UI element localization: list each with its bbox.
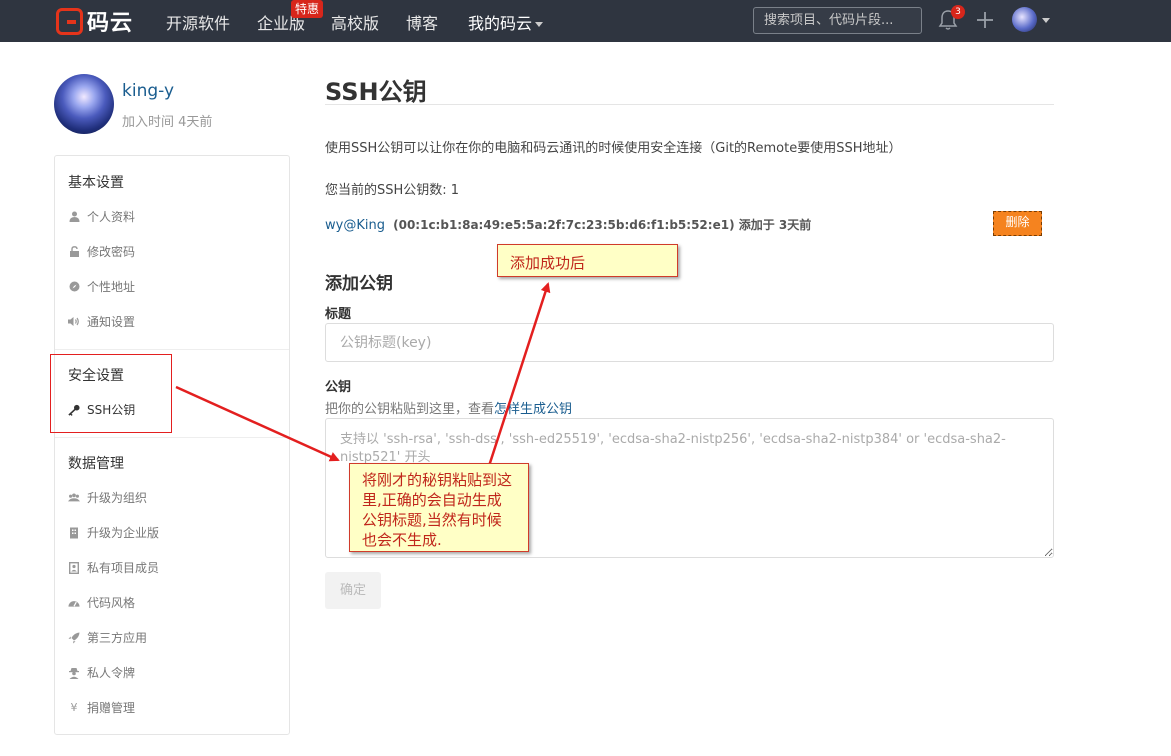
- search-input[interactable]: [754, 8, 921, 33]
- sidebar-item-label: 通知设置: [87, 315, 136, 329]
- sidebar-item-label: 私人令牌: [87, 666, 136, 680]
- logo-text: 码云: [87, 11, 134, 36]
- sidebar-divider: [55, 349, 289, 350]
- sidebar-item-upgrade-org[interactable]: 升级为组织: [68, 489, 147, 506]
- sidebar-item-label: 私有项目成员: [87, 561, 160, 575]
- nav-blog[interactable]: 博客: [406, 10, 438, 34]
- sidebar-item-password[interactable]: 修改密码: [68, 243, 135, 260]
- notification-count-badge: 3: [951, 5, 965, 19]
- nav-university[interactable]: 高校版: [331, 10, 379, 34]
- title-divider: [325, 104, 1054, 105]
- section-data-management: 数据管理: [68, 456, 124, 472]
- avatar-chevron-down-icon[interactable]: [1042, 18, 1050, 23]
- public-key-label: 公钥: [325, 380, 352, 395]
- sidebar-item-label: 升级为企业版: [87, 526, 160, 540]
- volume-icon: [68, 316, 80, 328]
- annotation-highlight-box: [50, 354, 172, 433]
- sidebar-item-address[interactable]: 个性地址: [68, 278, 135, 295]
- ssh-key-fingerprint: (00:1c:b1:8a:49:e5:5a:2f:7c:23:5b:d6:f1:…: [393, 218, 735, 232]
- annotation-note-success: 添加成功后: [497, 244, 678, 277]
- logo[interactable]: 码云: [56, 7, 134, 36]
- sidebar-item-code-style[interactable]: 代码风格: [68, 594, 135, 611]
- sidebar-item-label: 个人资料: [87, 210, 136, 224]
- sidebar-item-private-members[interactable]: 私有项目成员: [68, 559, 159, 576]
- yen-icon: ¥: [70, 701, 78, 714]
- delete-key-button[interactable]: 删除: [993, 211, 1042, 236]
- page-title: SSH公钥: [325, 78, 427, 106]
- profile-joined: 加入时间 4天前: [122, 115, 213, 130]
- ssh-key-added-time: 添加于 3天前: [738, 218, 812, 232]
- top-navbar: 码云 开源软件 企业版 特惠 高校版 博客 我的码云 3: [0, 0, 1171, 42]
- chevron-down-icon: [535, 22, 544, 27]
- ssh-key-row: wy@King (00:1c:b1:8a:49:e5:5a:2f:7c:23:5…: [325, 216, 811, 233]
- key-title-label: 标题: [325, 307, 352, 322]
- lock-icon: [68, 246, 80, 258]
- add-key-heading: 添加公钥: [325, 274, 393, 294]
- logo-icon: [56, 7, 83, 35]
- section-basic-settings: 基本设置: [68, 175, 124, 191]
- contact-card-icon: [68, 561, 80, 574]
- sidebar-item-label: 个性地址: [87, 280, 136, 294]
- sidebar-item-label: 升级为组织: [87, 491, 148, 505]
- sidebar-item-label: 修改密码: [87, 245, 136, 259]
- sidebar-item-third-party[interactable]: 第三方应用: [68, 629, 147, 646]
- ssh-description: 使用SSH公钥可以让你在你的电脑和码云通讯的时候使用安全连接（Git的Remot…: [325, 141, 902, 156]
- nav-open-source[interactable]: 开源软件: [166, 10, 230, 34]
- sidebar-item-label: 代码风格: [87, 596, 136, 610]
- settings-sidebar: 基本设置 个人资料 修改密码 个性地址 通知设置 安全设置 SSH公钥 数据管理: [54, 155, 290, 735]
- user-secret-icon: [68, 667, 80, 679]
- rocket-icon: [68, 632, 80, 644]
- ssh-key-count: 您当前的SSH公钥数: 1: [325, 183, 460, 198]
- enterprise-badge: 特惠: [291, 0, 324, 18]
- sidebar-item-private-token[interactable]: 私人令牌: [68, 664, 135, 681]
- plus-icon[interactable]: [975, 10, 995, 30]
- profile-avatar: [54, 74, 114, 134]
- sidebar-item-label: 捐赠管理: [87, 701, 136, 715]
- sidebar-item-upgrade-enterprise[interactable]: 升级为企业版: [68, 524, 159, 541]
- annotation-note-paste: 将刚才的秘钥粘贴到这里,正确的会自动生成公钥标题,当然有时候也会不生成.: [349, 463, 529, 552]
- sidebar-item-profile[interactable]: 个人资料: [68, 208, 135, 225]
- search-box: [753, 7, 922, 34]
- sidebar-divider: [55, 437, 289, 438]
- user-icon: [68, 211, 80, 223]
- public-key-hint-text: 把你的公钥粘贴到这里，查看: [325, 402, 495, 417]
- dashboard-icon: [68, 597, 80, 609]
- nav-my-gitee-label: 我的码云: [468, 14, 533, 33]
- sidebar-item-label: 第三方应用: [87, 631, 148, 645]
- building-icon: [68, 527, 80, 539]
- public-key-hint: 把你的公钥粘贴到这里，查看怎样生成公钥: [325, 398, 572, 417]
- how-to-generate-key-link[interactable]: 怎样生成公钥: [494, 402, 572, 417]
- key-title-input[interactable]: [325, 323, 1054, 362]
- ssh-key-name: wy@King: [325, 218, 385, 233]
- sidebar-item-notification[interactable]: 通知设置: [68, 313, 135, 330]
- nav-my-gitee[interactable]: 我的码云: [468, 10, 544, 34]
- users-icon: [68, 492, 80, 504]
- compass-icon: [68, 281, 80, 293]
- confirm-button[interactable]: 确定: [325, 572, 381, 609]
- sidebar-item-donation[interactable]: ¥ 捐赠管理: [68, 699, 136, 716]
- user-avatar[interactable]: [1012, 7, 1037, 32]
- profile-username[interactable]: king-y: [122, 81, 174, 101]
